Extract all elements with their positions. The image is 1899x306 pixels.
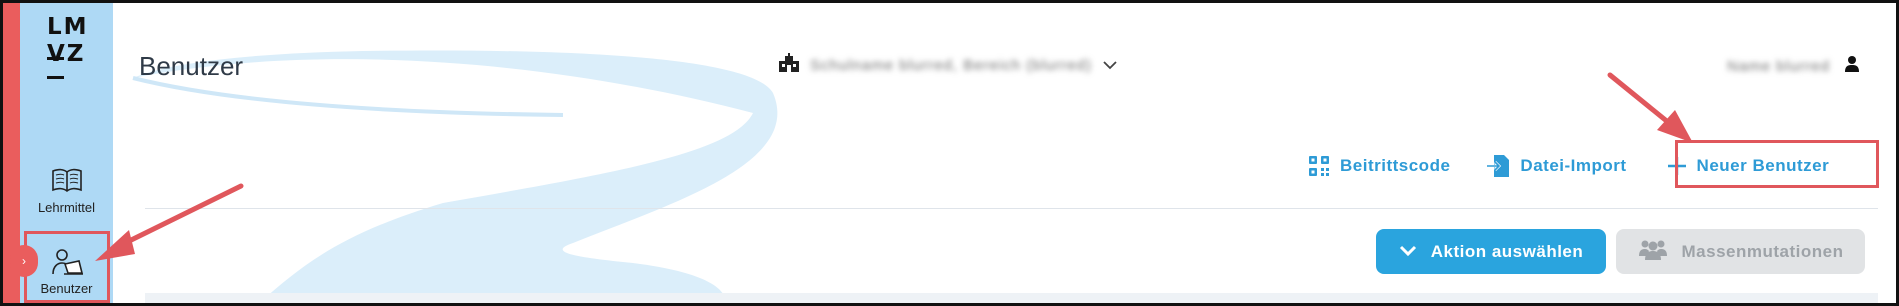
sidebar-item-label: Lehrmittel (37, 200, 96, 215)
logo-line-1: LM (47, 14, 89, 40)
divider (145, 208, 1878, 209)
user-name: Name blurred (1727, 57, 1830, 75)
app-window: LM VZ Lehrmittel Benutzer › Benutzer Sch… (0, 0, 1899, 306)
file-import-icon (1486, 153, 1510, 179)
file-import-button[interactable]: Datei-Import (1486, 153, 1626, 179)
arrow-to-new-user (1607, 72, 1693, 143)
page-title: Benutzer (139, 51, 244, 81)
logo-line-2: VZ (47, 41, 86, 67)
select-action-button[interactable]: Aktion auswählen (1376, 229, 1606, 274)
file-import-label: Datei-Import (1520, 156, 1627, 175)
school-icon (778, 53, 800, 77)
join-code-button[interactable]: Beitrittscode (1308, 155, 1450, 177)
join-code-label: Beitrittscode (1340, 156, 1451, 175)
sidebar-toggle-button[interactable]: › (10, 245, 38, 277)
annotation-highlight-box (1675, 140, 1879, 188)
qr-code-icon (1308, 155, 1330, 177)
user-icon (1844, 55, 1860, 77)
school-name: Schulname blurred, Bereich (blurred) (810, 56, 1092, 74)
table-header (145, 293, 1878, 303)
logo-bar (47, 76, 64, 79)
users-group-icon (1638, 238, 1668, 265)
chevron-down-icon (1399, 242, 1417, 262)
user-menu[interactable]: Name blurred (1727, 55, 1860, 77)
mass-mutations-label: Massenmutationen (1681, 241, 1844, 261)
book-icon (50, 166, 84, 196)
background-watermark (113, 3, 873, 303)
mass-mutations-button[interactable]: Massenmutationen (1616, 229, 1865, 274)
logo-bar (47, 57, 64, 60)
lmvz-logo[interactable]: LM VZ (47, 14, 89, 83)
select-action-label: Aktion auswählen (1430, 241, 1584, 261)
sidebar-item-lehrmittel[interactable]: Lehrmittel (20, 166, 113, 218)
school-selector[interactable]: Schulname blurred, Bereich (blurred) (778, 53, 1118, 77)
chevron-down-icon (1102, 57, 1118, 74)
